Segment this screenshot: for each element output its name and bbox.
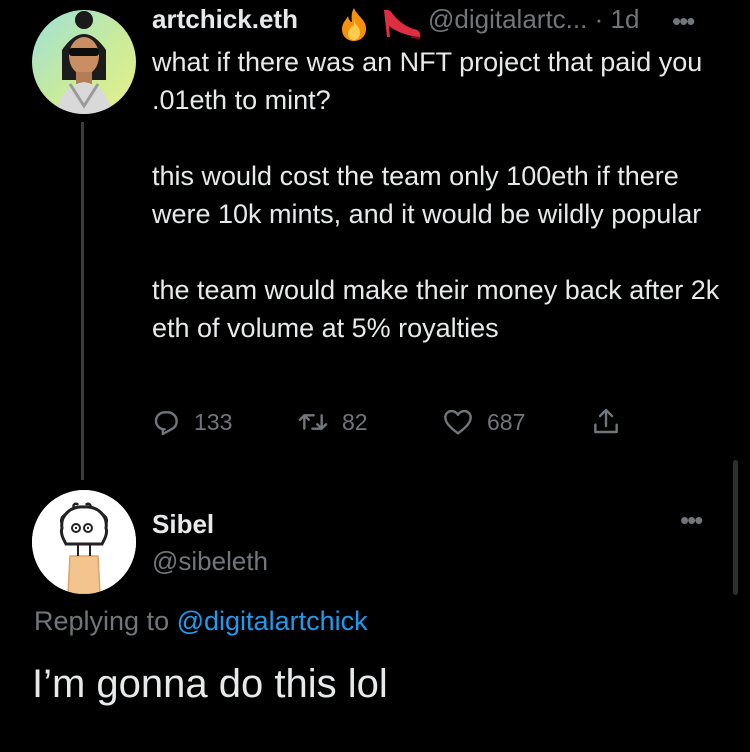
reply-text: I’m gonna do this lol [32,662,388,706]
tweet-text: what if there was an NFT project that pa… [152,43,732,347]
high-heel-icon [378,6,422,47]
more-options-icon[interactable]: ••• [672,6,695,37]
scrollbar[interactable] [733,460,738,595]
tweet-paragraph: what if there was an NFT project that pa… [152,47,703,115]
thread-connector-line [81,122,84,480]
tweet-time[interactable]: 1d [610,4,639,34]
share-button[interactable] [590,402,622,442]
reply-author-handle[interactable]: @sibeleth [152,546,268,577]
author-handle-time[interactable]: @digitalartc... · 1d [428,4,639,35]
tweet-paragraph: the team would make their money back aft… [152,275,720,343]
retweet-icon [298,414,328,430]
share-icon [594,408,618,434]
tweet-paragraph: this would cost the team only 100eth if … [152,161,702,229]
reply-author-avatar[interactable] [32,490,136,594]
heart-icon [444,409,472,435]
reply-icon [154,411,178,436]
reply-count: 133 [194,408,233,435]
retweet-count: 82 [342,408,368,435]
replying-to-label: Replying to [34,606,170,636]
author-handle[interactable]: @digitalartc... [428,4,587,34]
author-avatar[interactable] [32,10,136,114]
fire-icon [337,6,371,47]
more-options-icon[interactable]: ••• [680,505,703,536]
reply-author-name[interactable]: Sibel [152,509,214,540]
like-button[interactable]: 687 [441,402,525,442]
replying-to-mention[interactable]: @digitalartchick [177,606,368,636]
reply-button[interactable]: 133 [150,402,232,442]
author-name[interactable]: artchick.eth [152,4,298,35]
replying-to-line: Replying to @digitalartchick [34,606,368,637]
like-count: 687 [487,408,526,435]
retweet-button[interactable]: 82 [296,402,368,442]
separator-dot: · [594,4,604,34]
